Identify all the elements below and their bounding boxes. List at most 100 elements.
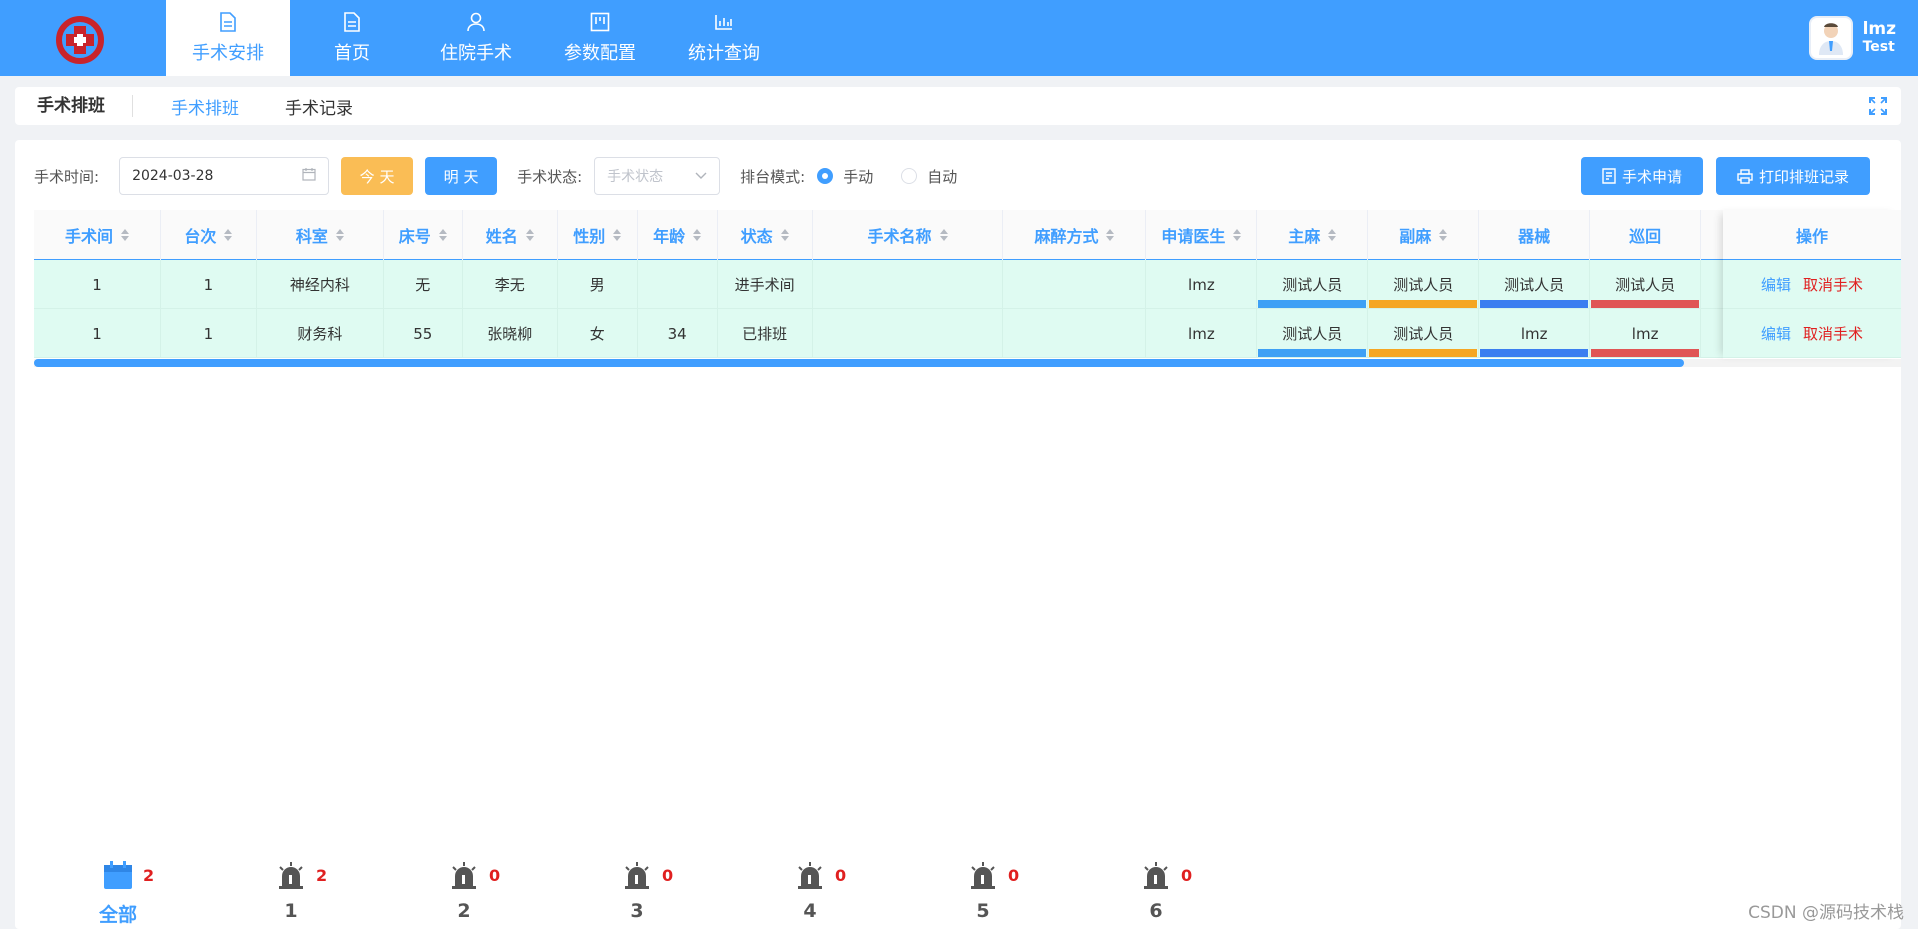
staff-name: 测试人员 bbox=[1282, 325, 1343, 343]
sort-icon[interactable] bbox=[224, 229, 233, 241]
cell-main-anes[interactable]: 测试人员 bbox=[1257, 309, 1369, 358]
col-header-seq[interactable]: 台次 bbox=[161, 210, 257, 260]
nav-item-statistics[interactable]: 统计查询 bbox=[662, 0, 786, 76]
printer-icon bbox=[1737, 168, 1753, 184]
today-button[interactable]: 今 天 bbox=[341, 157, 414, 195]
cell-circulating[interactable]: lmz bbox=[1590, 309, 1702, 358]
sort-icon[interactable] bbox=[613, 229, 622, 241]
document-icon bbox=[217, 11, 239, 33]
tomorrow-button[interactable]: 明 天 bbox=[425, 157, 498, 195]
cell-instrument[interactable]: 测试人员 bbox=[1479, 260, 1591, 309]
room-label: 全部 bbox=[98, 904, 137, 926]
col-header-main-anes[interactable]: 主麻 bbox=[1257, 210, 1369, 260]
col-header-status[interactable]: 状态 bbox=[718, 210, 813, 260]
cell-assist-anes[interactable]: 测试人员 bbox=[1368, 309, 1480, 358]
cell-name: 李无 bbox=[463, 260, 558, 309]
surgery-apply-button[interactable]: 手术申请 bbox=[1581, 157, 1703, 195]
nav-item-parameter-config[interactable]: 参数配置 bbox=[538, 0, 662, 76]
tab-surgery-records[interactable]: 手术记录 bbox=[285, 94, 353, 119]
room-all[interactable]: 2 全部 bbox=[95, 860, 268, 926]
tab-surgery-schedule[interactable]: 手术排班 bbox=[171, 94, 239, 119]
sort-icon[interactable] bbox=[438, 229, 447, 241]
sort-icon[interactable] bbox=[1106, 229, 1115, 241]
staff-name: lmz bbox=[1631, 324, 1659, 343]
alarm-icon bbox=[1141, 860, 1171, 890]
sort-icon[interactable] bbox=[939, 229, 948, 241]
room-count: 2 bbox=[143, 866, 155, 885]
col-header-sex[interactable]: 性别 bbox=[558, 210, 638, 260]
cell-main-anes[interactable]: 测试人员 bbox=[1257, 260, 1369, 309]
status-select[interactable]: 手术状态 bbox=[594, 157, 721, 195]
cell-assist-anes[interactable]: 测试人员 bbox=[1368, 260, 1480, 309]
cell-circulating[interactable]: 测试人员 bbox=[1590, 260, 1702, 309]
room-6[interactable]: 0 6 bbox=[1133, 860, 1306, 926]
mode-manual-radio[interactable]: 手动 bbox=[817, 166, 873, 187]
mode-auto-label: 自动 bbox=[927, 167, 958, 186]
sort-icon[interactable] bbox=[693, 229, 702, 241]
staff-name: lmz bbox=[1520, 324, 1548, 343]
sort-icon[interactable] bbox=[1233, 229, 1242, 241]
room-4[interactable]: 0 4 bbox=[787, 860, 960, 926]
user-name: lmz bbox=[1862, 19, 1896, 39]
room-count: 0 bbox=[1008, 866, 1020, 885]
hospital-logo-icon bbox=[56, 16, 104, 64]
col-header-name[interactable]: 姓名 bbox=[463, 210, 558, 260]
document-icon bbox=[341, 11, 363, 33]
staff-name: 测试人员 bbox=[1282, 276, 1343, 294]
main-nav: 手术安排 首页 住院手术 参数配置 统计查询 bbox=[166, 0, 786, 76]
staff-bar-orange bbox=[1369, 300, 1478, 308]
room-label: 5 bbox=[976, 900, 990, 922]
cell-name: 张晓柳 bbox=[463, 309, 558, 358]
cell-doctor: lmz bbox=[1146, 309, 1258, 358]
room-label: 2 bbox=[457, 900, 471, 922]
nav-item-surgery-schedule[interactable]: 手术安排 bbox=[166, 0, 290, 76]
staff-bar-blue bbox=[1258, 349, 1367, 357]
sort-icon[interactable] bbox=[1439, 229, 1448, 241]
cell-age bbox=[638, 260, 718, 309]
col-header-age[interactable]: 年龄 bbox=[638, 210, 718, 260]
room-2[interactable]: 0 2 bbox=[441, 860, 614, 926]
mode-label: 排台模式: bbox=[740, 167, 806, 186]
gutter bbox=[1701, 210, 1723, 260]
nav-item-home[interactable]: 首页 bbox=[290, 0, 414, 76]
sort-icon[interactable] bbox=[120, 229, 129, 241]
room-count: 2 bbox=[316, 866, 328, 885]
sort-icon[interactable] bbox=[525, 229, 534, 241]
col-header-room[interactable]: 手术间 bbox=[34, 210, 161, 260]
col-header-doctor[interactable]: 申请医生 bbox=[1146, 210, 1258, 260]
avatar bbox=[1808, 16, 1853, 60]
staff-name: 测试人员 bbox=[1504, 276, 1565, 294]
horizontal-scrollbar[interactable] bbox=[34, 359, 1684, 367]
room-1[interactable]: 2 1 bbox=[268, 860, 441, 926]
sort-icon[interactable] bbox=[335, 229, 344, 241]
mode-auto-radio[interactable]: 自动 bbox=[901, 166, 957, 187]
print-schedule-button[interactable]: 打印排班记录 bbox=[1716, 157, 1870, 195]
room-5[interactable]: 0 5 bbox=[960, 860, 1133, 926]
user-subtitle: Test bbox=[1862, 39, 1895, 55]
date-picker[interactable]: 2024-03-28 bbox=[119, 157, 330, 195]
sort-icon[interactable] bbox=[1328, 229, 1337, 241]
col-header-bed[interactable]: 床号 bbox=[384, 210, 463, 260]
mode-manual-label: 手动 bbox=[843, 167, 874, 186]
status-label: 手术状态: bbox=[517, 167, 583, 186]
col-header-dept[interactable]: 科室 bbox=[257, 210, 384, 260]
nav-item-inpatient-surgery[interactable]: 住院手术 bbox=[414, 0, 538, 76]
alarm-icon bbox=[968, 860, 998, 890]
room-count: 0 bbox=[1181, 866, 1193, 885]
col-header-op-name[interactable]: 手术名称 bbox=[813, 210, 1004, 260]
col-header-assist-anes[interactable]: 副麻 bbox=[1368, 210, 1480, 260]
watermark: CSDN @源码技术栈 bbox=[1748, 903, 1904, 923]
room-3[interactable]: 0 3 bbox=[614, 860, 787, 926]
chevron-down-icon bbox=[695, 168, 707, 184]
date-value: 2024-03-28 bbox=[132, 168, 214, 184]
fullscreen-icon[interactable] bbox=[1869, 97, 1887, 115]
staff-bar-blue bbox=[1258, 300, 1367, 308]
sort-icon[interactable] bbox=[780, 229, 789, 241]
cell-instrument[interactable]: lmz bbox=[1479, 309, 1591, 358]
cell-op-name bbox=[813, 309, 1004, 358]
user-menu[interactable]: lmz Test bbox=[1808, 16, 1896, 60]
user-icon bbox=[465, 11, 487, 33]
cell-sex: 男 bbox=[558, 260, 638, 309]
status-placeholder: 手术状态 bbox=[607, 169, 664, 185]
col-header-anesthesia[interactable]: 麻醉方式 bbox=[1003, 210, 1147, 260]
